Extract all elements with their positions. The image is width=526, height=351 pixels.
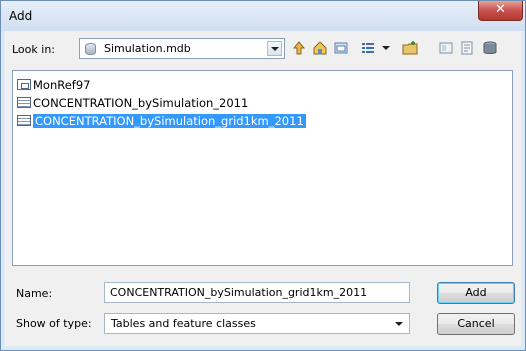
dialog-title: Add [9, 9, 33, 23]
home-icon [313, 41, 327, 55]
list-item[interactable]: MonRef97 [17, 77, 90, 92]
list-view-button[interactable] [357, 38, 379, 58]
show-of-type-value: Tables and feature classes [111, 317, 256, 330]
view-options-dropdown-icon [382, 46, 390, 50]
connect-folder-button[interactable] [332, 38, 350, 58]
view-options-dropdown[interactable] [380, 38, 392, 58]
list-item-selected[interactable]: CONCENTRATION_bySimulation_grid1km_2011 [17, 113, 306, 128]
chevron-down-icon [395, 322, 403, 326]
name-label: Name: [16, 287, 53, 300]
database-icon [85, 43, 96, 55]
look-in-dropdown[interactable]: Simulation.mdb [79, 38, 285, 59]
list-view-icon [362, 43, 374, 53]
show-of-type-label: Show of type: [16, 317, 92, 330]
new-folder-button[interactable] [401, 38, 419, 58]
catalog-icon [439, 42, 453, 54]
close-button[interactable]: ✕ [478, 1, 523, 21]
list-item-label: CONCENTRATION_bySimulation_grid1km_2011 [33, 113, 306, 128]
catalog-button[interactable] [437, 38, 455, 58]
list-item-label: CONCENTRATION_bySimulation_2011 [33, 95, 249, 110]
name-field[interactable] [104, 282, 410, 303]
new-folder-icon [402, 41, 418, 55]
title-bar: Add ✕ [1, 1, 525, 31]
database-icon [483, 41, 497, 54]
up-one-level-button[interactable] [290, 38, 308, 58]
details-button[interactable] [458, 38, 476, 58]
table-icon [17, 97, 31, 108]
chevron-down-icon [271, 47, 279, 51]
up-one-level-icon [292, 41, 306, 55]
show-of-type-select[interactable]: Tables and feature classes [104, 313, 410, 334]
feature-dataset-icon [17, 79, 31, 90]
add-button[interactable]: Add [437, 282, 515, 304]
close-icon: ✕ [495, 2, 506, 17]
list-item-label: MonRef97 [33, 77, 91, 92]
table-icon [17, 115, 31, 126]
dropdown-button[interactable] [267, 41, 282, 56]
look-in-label: Look in: [12, 43, 55, 56]
look-in-value: Simulation.mdb [104, 42, 191, 55]
file-list[interactable]: MonRef97 CONCENTRATION_bySimulation_2011… [12, 70, 513, 266]
details-icon [461, 41, 473, 55]
database-tool-button[interactable] [481, 38, 499, 58]
cancel-button[interactable]: Cancel [437, 313, 515, 335]
home-button[interactable] [311, 38, 329, 58]
connect-folder-icon [334, 42, 348, 54]
name-input[interactable] [105, 283, 409, 302]
list-item[interactable]: CONCENTRATION_bySimulation_2011 [17, 95, 248, 110]
